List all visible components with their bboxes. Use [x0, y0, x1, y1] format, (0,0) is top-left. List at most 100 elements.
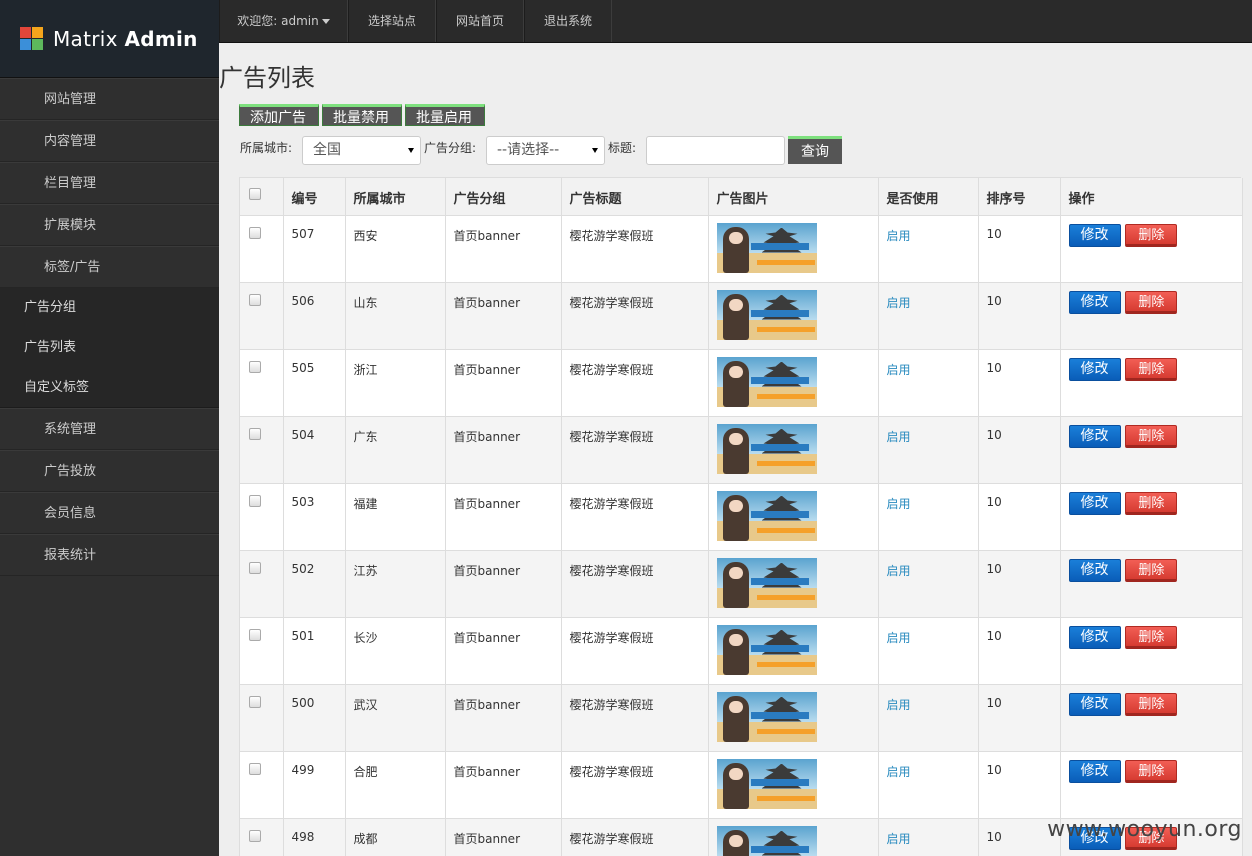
cell-title: 樱花游学寒假班: [561, 282, 709, 350]
delete-button[interactable]: 删除: [1125, 491, 1178, 515]
status-link[interactable]: 启用: [887, 832, 911, 846]
cell-group: 首页banner: [445, 550, 562, 618]
status-link[interactable]: 启用: [887, 497, 911, 511]
edit-button[interactable]: 修改: [1068, 491, 1121, 515]
city-label: 所属城市:: [240, 141, 293, 155]
delete-button[interactable]: 删除: [1125, 625, 1178, 649]
select-site-link[interactable]: 选择站点: [348, 0, 436, 42]
add-ad-button[interactable]: 添加广告: [239, 104, 319, 126]
cell-status: 启用: [878, 550, 979, 618]
delete-button[interactable]: 删除: [1125, 759, 1178, 783]
delete-button[interactable]: 删除: [1125, 558, 1178, 582]
cell-group: 首页banner: [445, 617, 562, 685]
row-checkbox[interactable]: [249, 360, 261, 373]
edit-button[interactable]: 修改: [1068, 357, 1121, 381]
sidebar-item[interactable]: 广告投放: [0, 450, 219, 492]
cell-city: 合肥: [345, 751, 446, 819]
sidebar-item[interactable]: 网站管理: [0, 78, 219, 120]
sidebar-subitem[interactable]: 自定义标签: [0, 368, 219, 408]
cell-order: 10: [978, 483, 1061, 551]
cell-image: [708, 483, 879, 551]
row-checkbox[interactable]: [249, 293, 261, 306]
cell-status: 启用: [878, 215, 979, 283]
cell-city: 浙江: [345, 349, 446, 417]
title-input[interactable]: [646, 136, 785, 165]
row-checkbox[interactable]: [249, 762, 261, 775]
delete-button[interactable]: 删除: [1125, 290, 1178, 314]
cell-image: [708, 282, 879, 350]
row-checkbox[interactable]: [249, 561, 261, 574]
cell-group: 首页banner: [445, 483, 562, 551]
user-menu[interactable]: 欢迎您: admin: [219, 0, 348, 42]
ad-thumbnail: [716, 624, 817, 675]
row-checkbox-cell: [240, 684, 284, 752]
cell-image: [708, 818, 879, 856]
row-checkbox[interactable]: [249, 226, 261, 239]
edit-button[interactable]: 修改: [1068, 290, 1121, 314]
cell-actions: 修改 删除: [1060, 282, 1243, 350]
cell-order: 10: [978, 349, 1061, 417]
status-link[interactable]: 启用: [887, 363, 911, 377]
status-link[interactable]: 启用: [887, 765, 911, 779]
cell-city: 武汉: [345, 684, 446, 752]
status-link[interactable]: 启用: [887, 430, 911, 444]
cell-order: 10: [978, 416, 1061, 484]
row-checkbox[interactable]: [249, 829, 261, 842]
cell-title: 樱花游学寒假班: [561, 550, 709, 618]
ad-thumbnail: [716, 557, 817, 608]
ad-thumbnail: [716, 222, 817, 273]
cell-city: 西安: [345, 215, 446, 283]
group-select-value: --请选择--: [497, 142, 560, 158]
edit-button[interactable]: 修改: [1068, 424, 1121, 448]
sidebar-item[interactable]: 扩展模块: [0, 204, 219, 246]
delete-button[interactable]: 删除: [1125, 692, 1178, 716]
ad-thumbnail: [716, 758, 817, 809]
sidebar-item[interactable]: 会员信息: [0, 492, 219, 534]
site-home-link[interactable]: 网站首页: [436, 0, 524, 42]
batch-enable-button[interactable]: 批量启用: [405, 104, 485, 126]
title-label: 标题:: [608, 141, 637, 155]
status-link[interactable]: 启用: [887, 229, 911, 243]
city-select[interactable]: 全国: [302, 136, 421, 165]
status-link[interactable]: 启用: [887, 631, 911, 645]
sidebar-subitem[interactable]: 广告分组: [0, 288, 219, 328]
delete-button[interactable]: 删除: [1125, 223, 1178, 247]
sidebar-item[interactable]: 标签/广告: [0, 246, 219, 288]
logout-link[interactable]: 退出系统: [524, 0, 612, 42]
ad-thumbnail: [716, 356, 817, 407]
group-select[interactable]: --请选择--: [486, 136, 605, 165]
cell-group: 首页banner: [445, 818, 562, 856]
edit-button[interactable]: 修改: [1068, 625, 1121, 649]
sidebar-item[interactable]: 报表统计: [0, 534, 219, 576]
cell-title: 樱花游学寒假班: [561, 684, 709, 752]
sidebar: Matrix Admin 网站管理 内容管理 栏目管理 扩展模块 标签/广告 广告分组 广告…: [0, 0, 219, 856]
delete-button[interactable]: 删除: [1125, 424, 1178, 448]
delete-button[interactable]: 删除: [1125, 357, 1178, 381]
cell-id: 504: [283, 416, 346, 484]
edit-button[interactable]: 修改: [1068, 223, 1121, 247]
row-checkbox[interactable]: [249, 695, 261, 708]
status-link[interactable]: 启用: [887, 698, 911, 712]
row-checkbox[interactable]: [249, 427, 261, 440]
status-link[interactable]: 启用: [887, 564, 911, 578]
row-checkbox[interactable]: [249, 628, 261, 641]
topbar: 欢迎您: admin 选择站点 网站首页 退出系统: [219, 0, 1252, 43]
edit-button[interactable]: 修改: [1068, 558, 1121, 582]
query-button[interactable]: 查询: [788, 136, 842, 164]
edit-button[interactable]: 修改: [1068, 692, 1121, 716]
logo[interactable]: Matrix Admin: [0, 0, 219, 78]
row-checkbox[interactable]: [249, 494, 261, 507]
edit-button[interactable]: 修改: [1068, 759, 1121, 783]
sidebar-subitem[interactable]: 广告列表: [0, 328, 219, 368]
sidebar-item[interactable]: 栏目管理: [0, 162, 219, 204]
cell-image: [708, 684, 879, 752]
ad-thumbnail: [716, 691, 817, 742]
cell-order: 10: [978, 215, 1061, 283]
batch-disable-button[interactable]: 批量禁用: [322, 104, 402, 126]
cell-city: 江苏: [345, 550, 446, 618]
sidebar-item[interactable]: 系统管理: [0, 408, 219, 450]
select-all-checkbox[interactable]: [249, 188, 261, 200]
table-row: 500 武汉 首页banner 樱花游学寒假班 启用 10 修改 删除: [240, 684, 1243, 752]
status-link[interactable]: 启用: [887, 296, 911, 310]
sidebar-item[interactable]: 内容管理: [0, 120, 219, 162]
